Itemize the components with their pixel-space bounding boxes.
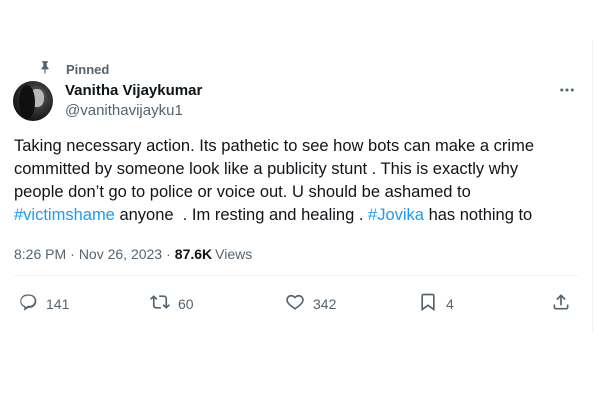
retweet-icon (150, 292, 170, 317)
hashtag-link[interactable]: #victimshame (14, 206, 115, 224)
pinned-indicator: Pinned (38, 60, 109, 78)
tweet-text-segment: committed by someone look like a publici… (14, 160, 519, 178)
tweet-date[interactable]: Nov 26, 2023 (79, 246, 162, 262)
tweet-text-line: Taking necessary action. Its pathetic to… (14, 135, 586, 158)
tweet-text-line: committed by someone look like a publici… (14, 158, 586, 181)
tweet-text: Taking necessary action. Its pathetic to… (14, 135, 586, 227)
views-count: 87.6K (174, 246, 213, 262)
tweet-text-segment: anyone . Im resting and healing . (114, 206, 369, 224)
reply-button[interactable]: 141 (18, 292, 69, 316)
bookmark-button[interactable]: 4 (418, 292, 454, 316)
views-label: Views (215, 246, 253, 262)
tweet-text-line: #victimshame anyone . Im resting and hea… (14, 204, 586, 227)
bookmark-icon (418, 292, 438, 317)
pinned-label: Pinned (66, 61, 110, 77)
tweet-text-segment: people don’t go to police or voice out. … (14, 183, 471, 201)
tweet-text-segment: has nothing to (423, 206, 533, 224)
more-icon (558, 81, 576, 104)
action-bar: 141 60 342 4 (0, 292, 600, 316)
retweet-button[interactable]: 60 (150, 292, 194, 316)
tweet-metadata: 8:26 PM · Nov 26, 2023 · 87.6K Views (14, 246, 252, 262)
tweet-time[interactable]: 8:26 PM (14, 246, 66, 262)
like-button[interactable]: 342 (285, 292, 336, 316)
share-button[interactable] (551, 292, 571, 316)
hashtag-link[interactable]: #Jovika (368, 206, 424, 224)
reply-count: 141 (46, 296, 70, 312)
tweet-card[interactable]: Pinned Vanitha Vijaykumar @vanithavijayk… (0, 0, 600, 400)
meta-separator: · (166, 246, 171, 262)
share-icon (551, 292, 571, 317)
author-handle[interactable]: @vanithavijayku1 (65, 102, 183, 119)
like-count: 342 (313, 296, 337, 312)
tweet-text-line: people don’t go to police or voice out. … (14, 181, 586, 204)
divider (14, 275, 578, 276)
reply-icon (18, 292, 38, 317)
tweet-text-segment: Taking necessary action. Its pathetic to… (14, 137, 535, 155)
author-name[interactable]: Vanitha Vijaykumar (65, 82, 202, 99)
meta-separator: · (70, 246, 75, 262)
pin-icon (38, 60, 52, 79)
avatar[interactable] (13, 81, 53, 121)
bookmark-count: 4 (446, 296, 454, 312)
column-border (592, 40, 593, 332)
avatar-hair (19, 85, 35, 119)
retweet-count: 60 (178, 296, 194, 312)
heart-icon (285, 292, 305, 317)
more-options-button[interactable] (555, 82, 579, 102)
